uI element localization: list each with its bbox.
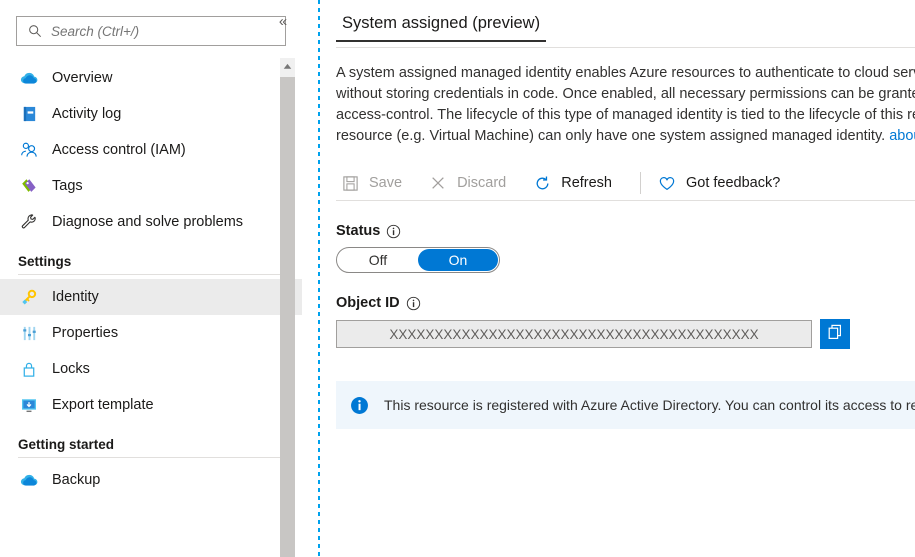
tab-bar-rule: [336, 47, 915, 48]
sidebar-item-label: Diagnose and solve problems: [52, 214, 243, 230]
sidebar-item-identity[interactable]: Identity: [0, 279, 302, 315]
info-icon[interactable]: [386, 224, 401, 239]
info-icon: [350, 396, 372, 415]
wrench-icon: [18, 212, 40, 232]
sidebar-item-label: Identity: [52, 289, 99, 305]
sidebar-search-wrap: [0, 0, 302, 46]
key-icon: [18, 287, 40, 307]
status-toggle-off[interactable]: Off: [338, 249, 418, 271]
object-id-input[interactable]: [336, 320, 812, 348]
cloud-icon: [18, 470, 40, 490]
sidebar-item-label: Properties: [52, 325, 118, 341]
toolbar-rule: [336, 200, 915, 201]
info-banner: This resource is registered with Azure A…: [336, 381, 915, 429]
sliders-icon: [18, 323, 40, 343]
sidebar-item-label: Activity log: [52, 106, 121, 122]
azure-portal-identity-blade: « Overview: [0, 0, 915, 557]
object-id-row: [336, 319, 915, 349]
copy-icon: [826, 323, 844, 346]
tab-system-assigned[interactable]: System assigned (preview): [336, 12, 546, 42]
pane-dashed-divider: [318, 0, 320, 557]
sidebar-item-label: Overview: [52, 70, 112, 86]
sidebar-item-backup[interactable]: Backup: [0, 462, 302, 498]
description-paragraph: A system assigned managed identity enabl…: [336, 63, 915, 147]
feedback-label: Got feedback?: [686, 175, 780, 191]
sidebar-scrollbar-thumb[interactable]: [280, 77, 295, 557]
command-toolbar: Save Discard Refresh: [336, 165, 915, 201]
search-input[interactable]: [45, 23, 277, 40]
sidebar-item-label: Locks: [52, 361, 90, 377]
discard-button[interactable]: Discard: [424, 168, 518, 198]
lock-icon: [18, 359, 40, 379]
sidebar-item-label: Tags: [52, 178, 83, 194]
heart-icon: [655, 173, 679, 193]
copy-object-id-button[interactable]: [820, 319, 850, 349]
object-id-label-text: Object ID: [336, 295, 400, 311]
search-box[interactable]: [16, 16, 286, 46]
sidebar-item-label: Access control (IAM): [52, 142, 186, 158]
sidebar-item-properties[interactable]: Properties: [0, 315, 302, 351]
sidebar-item-overview[interactable]: Overview: [0, 60, 302, 96]
scroll-up-arrow-icon[interactable]: [280, 58, 295, 75]
status-toggle-on[interactable]: On: [418, 249, 498, 271]
section-divider: [18, 457, 282, 458]
status-label-text: Status: [336, 223, 380, 239]
info-banner-text: This resource is registered with Azure A…: [384, 397, 915, 413]
chevron-double-left-icon: «: [279, 14, 287, 29]
status-toggle[interactable]: Off On: [336, 247, 500, 273]
tag-icon: [18, 176, 40, 196]
object-id-field-label: Object ID: [336, 295, 915, 311]
got-feedback-button[interactable]: Got feedback?: [653, 168, 792, 198]
sidebar-item-activity-log[interactable]: Activity log: [0, 96, 302, 132]
save-button[interactable]: Save: [336, 168, 414, 198]
info-icon[interactable]: [406, 296, 421, 311]
export-template-icon: [18, 395, 40, 415]
sidebar-item-access-control[interactable]: Access control (IAM): [0, 132, 302, 168]
people-icon: [18, 140, 40, 160]
cloud-icon: [18, 68, 40, 88]
book-icon: [18, 104, 40, 124]
description-text: A system assigned managed identity enabl…: [336, 65, 915, 144]
refresh-icon: [530, 173, 554, 193]
sidebar-item-export-template[interactable]: Export template: [0, 387, 302, 423]
resource-menu-sidebar: « Overview: [0, 0, 302, 557]
sidebar-item-label: Export template: [52, 397, 154, 413]
sidebar-item-label: Backup: [52, 472, 100, 488]
tab-bar: System assigned (preview): [336, 12, 915, 48]
save-icon: [338, 173, 362, 193]
status-field-label: Status: [336, 223, 915, 239]
managed-identities-link[interactable]: about Managed identities: [889, 128, 915, 144]
tab-label: System assigned (preview): [342, 14, 540, 32]
sidebar-item-tags[interactable]: Tags: [0, 168, 302, 204]
toolbar-separator: [640, 172, 641, 194]
section-header-getting-started: Getting started: [0, 423, 302, 457]
search-icon: [25, 24, 45, 38]
save-label: Save: [369, 175, 402, 191]
sidebar-item-locks[interactable]: Locks: [0, 351, 302, 387]
refresh-button[interactable]: Refresh: [528, 168, 624, 198]
section-header-settings: Settings: [0, 240, 302, 274]
collapse-menu-button[interactable]: «: [272, 10, 294, 32]
close-icon: [426, 173, 450, 193]
discard-label: Discard: [457, 175, 506, 191]
section-divider: [18, 274, 282, 275]
primary-nav-list: Overview Activity log: [0, 60, 302, 240]
refresh-label: Refresh: [561, 175, 612, 191]
identity-content-pane: System assigned (preview) A system assig…: [302, 0, 915, 557]
sidebar-item-diagnose[interactable]: Diagnose and solve problems: [0, 204, 302, 240]
